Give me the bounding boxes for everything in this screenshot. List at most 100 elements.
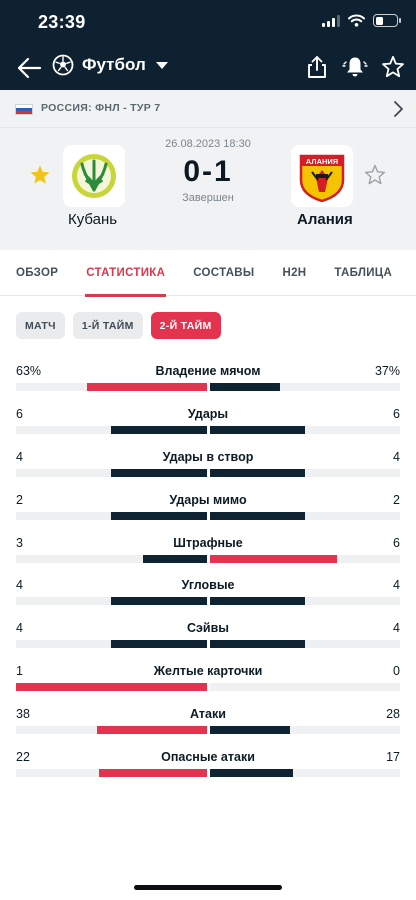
stat-bar-away-fill xyxy=(209,769,293,778)
stat-away-value: 2 xyxy=(393,492,400,507)
stat-row: 22 Опасные атаки 17 xyxy=(16,744,400,787)
score-block: 26.08.2023 18:30 0-1 Завершен xyxy=(130,128,286,204)
stat-bar xyxy=(16,383,400,391)
nav-actions xyxy=(304,54,406,80)
back-arrow-icon[interactable] xyxy=(14,54,44,82)
stat-away-value: 4 xyxy=(393,578,400,593)
segment-first-half[interactable]: 1-Й ТАЙМ xyxy=(72,312,143,339)
top-bar: 23:39 Футбол xyxy=(0,0,416,90)
stat-bar-home-track xyxy=(16,425,207,434)
stat-bar-away-fill xyxy=(209,383,280,391)
stat-bar-away-track xyxy=(209,683,400,692)
match-tabs: ОБЗОР СТАТИСТИКА СОСТАВЫ H2H ТАБЛИЦА xyxy=(0,250,416,297)
stat-bar-home-fill xyxy=(111,597,207,606)
stat-bar-home-track xyxy=(16,597,207,606)
stat-bar-home-fill xyxy=(96,726,207,735)
stats-list: 63% Владение мячом 37% 6 Удары 6 4 Удары в ство… xyxy=(0,354,416,787)
stat-bar-away-track xyxy=(209,640,400,649)
status-bar: 23:39 xyxy=(0,0,416,46)
stat-bar-home-fill xyxy=(86,383,207,391)
league-strip[interactable]: РОССИЯ: ФНЛ - ТУР 7 xyxy=(0,90,416,128)
russia-flag-icon xyxy=(15,104,33,115)
tab-statistics[interactable]: СТАТИСТИКА xyxy=(85,250,167,297)
stat-bar-home-track xyxy=(16,511,207,520)
share-icon[interactable] xyxy=(304,54,330,80)
stat-bar xyxy=(16,511,400,520)
stat-bar-away-fill xyxy=(209,554,337,563)
tab-h2h[interactable]: H2H xyxy=(282,250,306,296)
stat-row: 4 Угловые 4 xyxy=(16,572,400,615)
stat-bar-home-fill xyxy=(111,468,207,477)
tab-overview[interactable]: ОБЗОР xyxy=(16,250,58,296)
stat-away-value: 4 xyxy=(393,449,400,464)
stat-bar xyxy=(16,597,400,606)
stat-away-value: 37% xyxy=(374,364,400,378)
stat-bar-away-track xyxy=(209,726,400,735)
stat-away-value: 17 xyxy=(386,750,400,765)
stat-bar xyxy=(16,769,400,778)
stat-bar-home-track xyxy=(16,683,207,692)
stat-bar xyxy=(16,726,400,735)
stat-bar-away-fill xyxy=(209,425,305,434)
favorite-away-star-icon[interactable] xyxy=(364,164,386,186)
stat-bar-away-fill xyxy=(209,511,305,520)
stat-bar-home-fill xyxy=(111,425,207,434)
stat-away-value: 28 xyxy=(386,707,400,722)
svg-text:АЛАНИЯ: АЛАНИЯ xyxy=(306,157,338,166)
star-icon[interactable] xyxy=(380,54,406,80)
stat-bar-home-track xyxy=(16,468,207,477)
away-team-logo[interactable]: АЛАНИЯ xyxy=(291,145,353,207)
stat-row: 63% Владение мячом 37% xyxy=(16,358,400,401)
status-time: 23:39 xyxy=(38,12,86,32)
stat-name: Удары в створ xyxy=(162,449,254,464)
sport-selector[interactable]: Футбол xyxy=(52,54,168,76)
stat-bar-home-fill xyxy=(143,554,207,563)
away-team-name[interactable]: Алания xyxy=(297,211,353,228)
match-state: Завершен xyxy=(182,192,234,204)
stat-name: Желтые карточки xyxy=(153,664,263,679)
stat-bar-home-track xyxy=(16,383,207,391)
stat-name: Атаки xyxy=(190,707,226,722)
stat-bar-away-fill xyxy=(209,640,305,649)
stat-name: Опасные атаки xyxy=(161,750,255,765)
home-team-logo[interactable] xyxy=(63,145,125,207)
battery-icon xyxy=(373,14,401,27)
stat-bar-home-track xyxy=(16,640,207,649)
signal-icon xyxy=(322,14,340,27)
nav-bar: Футбол xyxy=(0,46,416,90)
stat-bar-home-track xyxy=(16,769,207,778)
stat-bar-away-track xyxy=(209,597,400,606)
stat-bar-away-track xyxy=(209,769,400,778)
stat-away-value: 4 xyxy=(393,621,400,636)
stat-row: 3 Штрафные 6 xyxy=(16,530,400,573)
segment-second-half[interactable]: 2-Й ТАЙМ xyxy=(150,312,221,339)
match-score: 0-1 xyxy=(183,155,233,188)
match-date: 26.08.2023 18:30 xyxy=(165,138,251,150)
favorite-home-star-icon[interactable] xyxy=(29,164,51,186)
stat-bar-away-track xyxy=(209,511,400,520)
stat-bar-away-track xyxy=(209,383,400,391)
stat-bar xyxy=(16,468,400,477)
stat-bar-away-fill xyxy=(209,597,305,606)
stat-bar-home-fill xyxy=(111,511,207,520)
stat-away-value: 0 xyxy=(393,664,400,679)
segment-match[interactable]: МАТЧ xyxy=(16,312,65,339)
stat-bar-home-fill xyxy=(99,769,207,778)
stat-row: 4 Сэйвы 4 xyxy=(16,615,400,658)
football-icon xyxy=(52,54,74,76)
alania-crest-icon: АЛАНИЯ xyxy=(299,154,345,202)
stat-bar-away-track xyxy=(209,554,400,563)
stat-bar-home-fill xyxy=(16,683,207,692)
stat-bar xyxy=(16,640,400,649)
tab-lineups[interactable]: СОСТАВЫ xyxy=(193,250,254,296)
sport-label: Футбол xyxy=(82,55,146,74)
bell-icon[interactable] xyxy=(342,54,368,80)
stat-row: 4 Удары в створ 4 xyxy=(16,444,400,487)
stat-name: Удары xyxy=(187,406,229,421)
stat-bar-home-track xyxy=(16,554,207,563)
home-team-name[interactable]: Кубань xyxy=(68,211,117,228)
stat-row: 2 Удары мимо 2 xyxy=(16,487,400,530)
home-indicator xyxy=(134,885,282,890)
tab-standings[interactable]: ТАБЛИЦА xyxy=(334,250,392,296)
stat-name: Штрафные xyxy=(173,535,243,550)
